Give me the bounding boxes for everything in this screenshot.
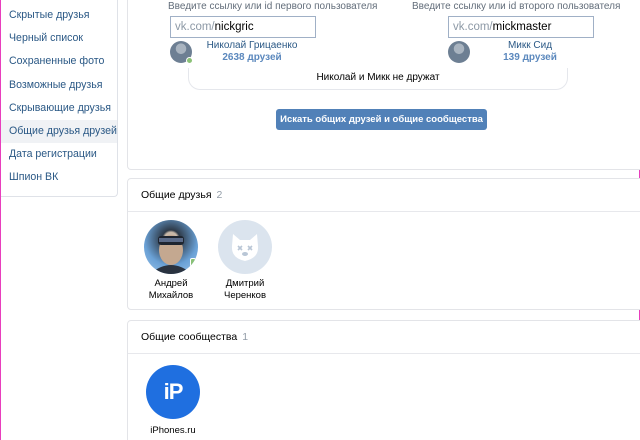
friend-first-name: Дмитрий — [225, 278, 265, 289]
second-user-column: Введите ссылку или id второго пользовате… — [412, 0, 620, 64]
first-user-friend-count: 2638 друзей — [222, 52, 282, 63]
friend-item[interactable]: Дмитрий Черенков — [210, 220, 280, 301]
second-user-friend-count: 139 друзей — [503, 52, 557, 63]
mutual-friends-count: 2 — [216, 189, 223, 201]
friend-first-name: Андрей — [154, 278, 188, 289]
mutual-friends-panel: Общие друзья 2 Андрей Михайлов Дмитрий Ч… — [127, 178, 640, 310]
second-user-name[interactable]: Микк Сид — [470, 40, 590, 52]
friend-item[interactable]: Андрей Михайлов — [136, 220, 206, 301]
mutual-groups-title: Общие сообщества — [141, 331, 238, 343]
link-prefix: vk.com/ — [453, 21, 493, 33]
second-user-card[interactable]: Микк Сид 139 друзей — [448, 40, 590, 64]
mutual-groups-panel: Общие сообщества 1 iP iPhones.ru — [127, 320, 640, 440]
mutual-friends-title: Общие друзья — [141, 189, 212, 201]
friend-name[interactable]: Дмитрий Черенков — [210, 278, 280, 301]
sidebar-item-possible-friends[interactable]: Возможные друзья — [1, 74, 117, 97]
compare-users-panel: Введите ссылку или id первого пользовате… — [127, 0, 640, 170]
group-logo-icon[interactable]: iP — [146, 365, 200, 419]
sidebar-item-hiding-friends[interactable]: Скрывающие друзья — [1, 97, 117, 120]
online-indicator-icon — [186, 57, 193, 64]
avatar[interactable] — [144, 220, 198, 274]
sidebar-item-registration-date[interactable]: Дата регистрации — [1, 143, 117, 166]
friend-last-name: Черенков — [223, 289, 267, 301]
first-user-column: Введите ссылку или id первого пользовате… — [168, 0, 378, 64]
first-user-card[interactable]: Николай Грицаенко 2638 друзей — [170, 40, 312, 64]
first-user-name[interactable]: Николай Грицаенко — [192, 40, 312, 52]
user-meta: Николай Грицаенко 2638 друзей — [192, 40, 312, 64]
panel-header: Общие сообщества 1 — [128, 321, 640, 354]
sidebar-item-mutual-friends-of-friends[interactable]: Общие друзья друзей — [1, 119, 117, 144]
sidebar-item-blacklist[interactable]: Черный список — [1, 27, 117, 50]
search-mutual-button[interactable]: Искать общих друзей и общие сообщества — [276, 109, 487, 130]
sidebar-item-saved-photos[interactable]: Сохраненные фото — [1, 50, 117, 73]
user-meta: Микк Сид 139 друзей — [470, 40, 590, 64]
friend-name[interactable]: Андрей Михайлов — [136, 278, 206, 301]
avatar[interactable] — [448, 41, 470, 63]
mutual-groups-count: 1 — [242, 331, 249, 343]
sidebar-menu: Скрытые друзья Черный список Сохраненные… — [1, 0, 118, 197]
avatar[interactable] — [218, 220, 272, 274]
first-user-link-input[interactable]: vk.com/nickgric — [170, 16, 316, 38]
sidebar-item-vk-spy[interactable]: Шпион ВК — [1, 166, 117, 189]
sidebar-item-hidden-friends[interactable]: Скрытые друзья — [1, 4, 117, 27]
avatar[interactable] — [170, 41, 193, 64]
first-user-hint: Введите ссылку или id первого пользовате… — [168, 1, 378, 12]
link-value: nickgric — [214, 21, 254, 33]
second-user-link-input[interactable]: vk.com/mickmaster — [448, 16, 594, 38]
second-user-hint: Введите ссылку или id второго пользовате… — [412, 1, 621, 12]
link-value: mickmaster — [492, 21, 552, 33]
panel-header: Общие друзья 2 — [128, 179, 640, 212]
friend-last-name: Михайлов — [148, 289, 194, 301]
group-name[interactable]: iPhones.ru — [140, 425, 206, 436]
friendship-status: Николай и Микк не дружат — [188, 68, 568, 90]
online-mobile-icon — [190, 258, 196, 268]
deactivated-dog-icon — [231, 234, 259, 261]
link-prefix: vk.com/ — [175, 21, 215, 33]
group-item[interactable]: iP iPhones.ru — [140, 365, 206, 436]
